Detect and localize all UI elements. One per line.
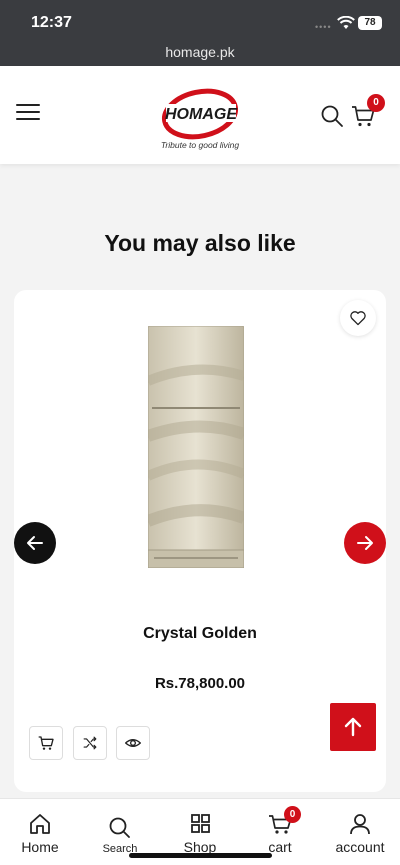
back-to-top-button[interactable] xyxy=(330,703,376,751)
logo-mark: HOMAGE xyxy=(161,88,238,140)
product-name[interactable]: Crystal Golden xyxy=(14,625,386,643)
svg-text:HOMAGE: HOMAGE xyxy=(165,106,238,123)
quick-view-button[interactable] xyxy=(116,726,150,760)
status-time: 12:37 xyxy=(31,14,72,31)
nav-home[interactable]: Home xyxy=(0,799,80,865)
menu-icon xyxy=(16,104,40,106)
section-title: You may also like xyxy=(104,230,296,256)
arrow-right-icon xyxy=(357,536,373,550)
product-price: Rs.78,800.00 xyxy=(154,675,246,692)
arrow-up-icon xyxy=(344,717,362,737)
compare-button[interactable] xyxy=(73,726,107,760)
nav-cart-badge: 0 xyxy=(284,806,301,823)
nav-account[interactable]: account xyxy=(320,799,400,865)
carousel-next-button[interactable] xyxy=(344,522,386,564)
home-icon xyxy=(30,814,50,834)
battery-icon: 78 xyxy=(358,16,382,30)
menu-button[interactable] xyxy=(16,104,40,124)
nav-account-label: account xyxy=(335,839,385,855)
cart-icon xyxy=(38,736,54,750)
shuffle-icon xyxy=(83,736,97,750)
signal-icon: •••• xyxy=(315,22,332,32)
product-image[interactable] xyxy=(148,326,244,568)
header-cart-badge: 0 xyxy=(367,94,385,112)
wifi-icon xyxy=(337,16,355,29)
search-icon[interactable] xyxy=(320,104,344,128)
heart-icon xyxy=(350,311,366,326)
logo-tagline: Tribute to good living xyxy=(160,140,240,150)
home-indicator xyxy=(129,853,272,858)
grid-icon xyxy=(191,814,210,833)
wishlist-button[interactable] xyxy=(340,300,376,336)
status-bar: 12:37 •••• 78 homage.pk xyxy=(0,0,400,66)
site-header: HOMAGE Tribute to good living 0 xyxy=(0,66,400,164)
eye-icon xyxy=(125,739,141,747)
homage-logo[interactable]: HOMAGE Tribute to good living xyxy=(160,88,240,156)
arrow-left-icon xyxy=(27,536,43,550)
search-icon xyxy=(109,817,130,838)
nav-home-label: Home xyxy=(21,839,59,855)
carousel-prev-button[interactable] xyxy=(14,522,56,564)
address-bar[interactable]: homage.pk xyxy=(0,44,400,60)
user-icon xyxy=(350,814,370,835)
add-to-cart-button[interactable] xyxy=(29,726,63,760)
